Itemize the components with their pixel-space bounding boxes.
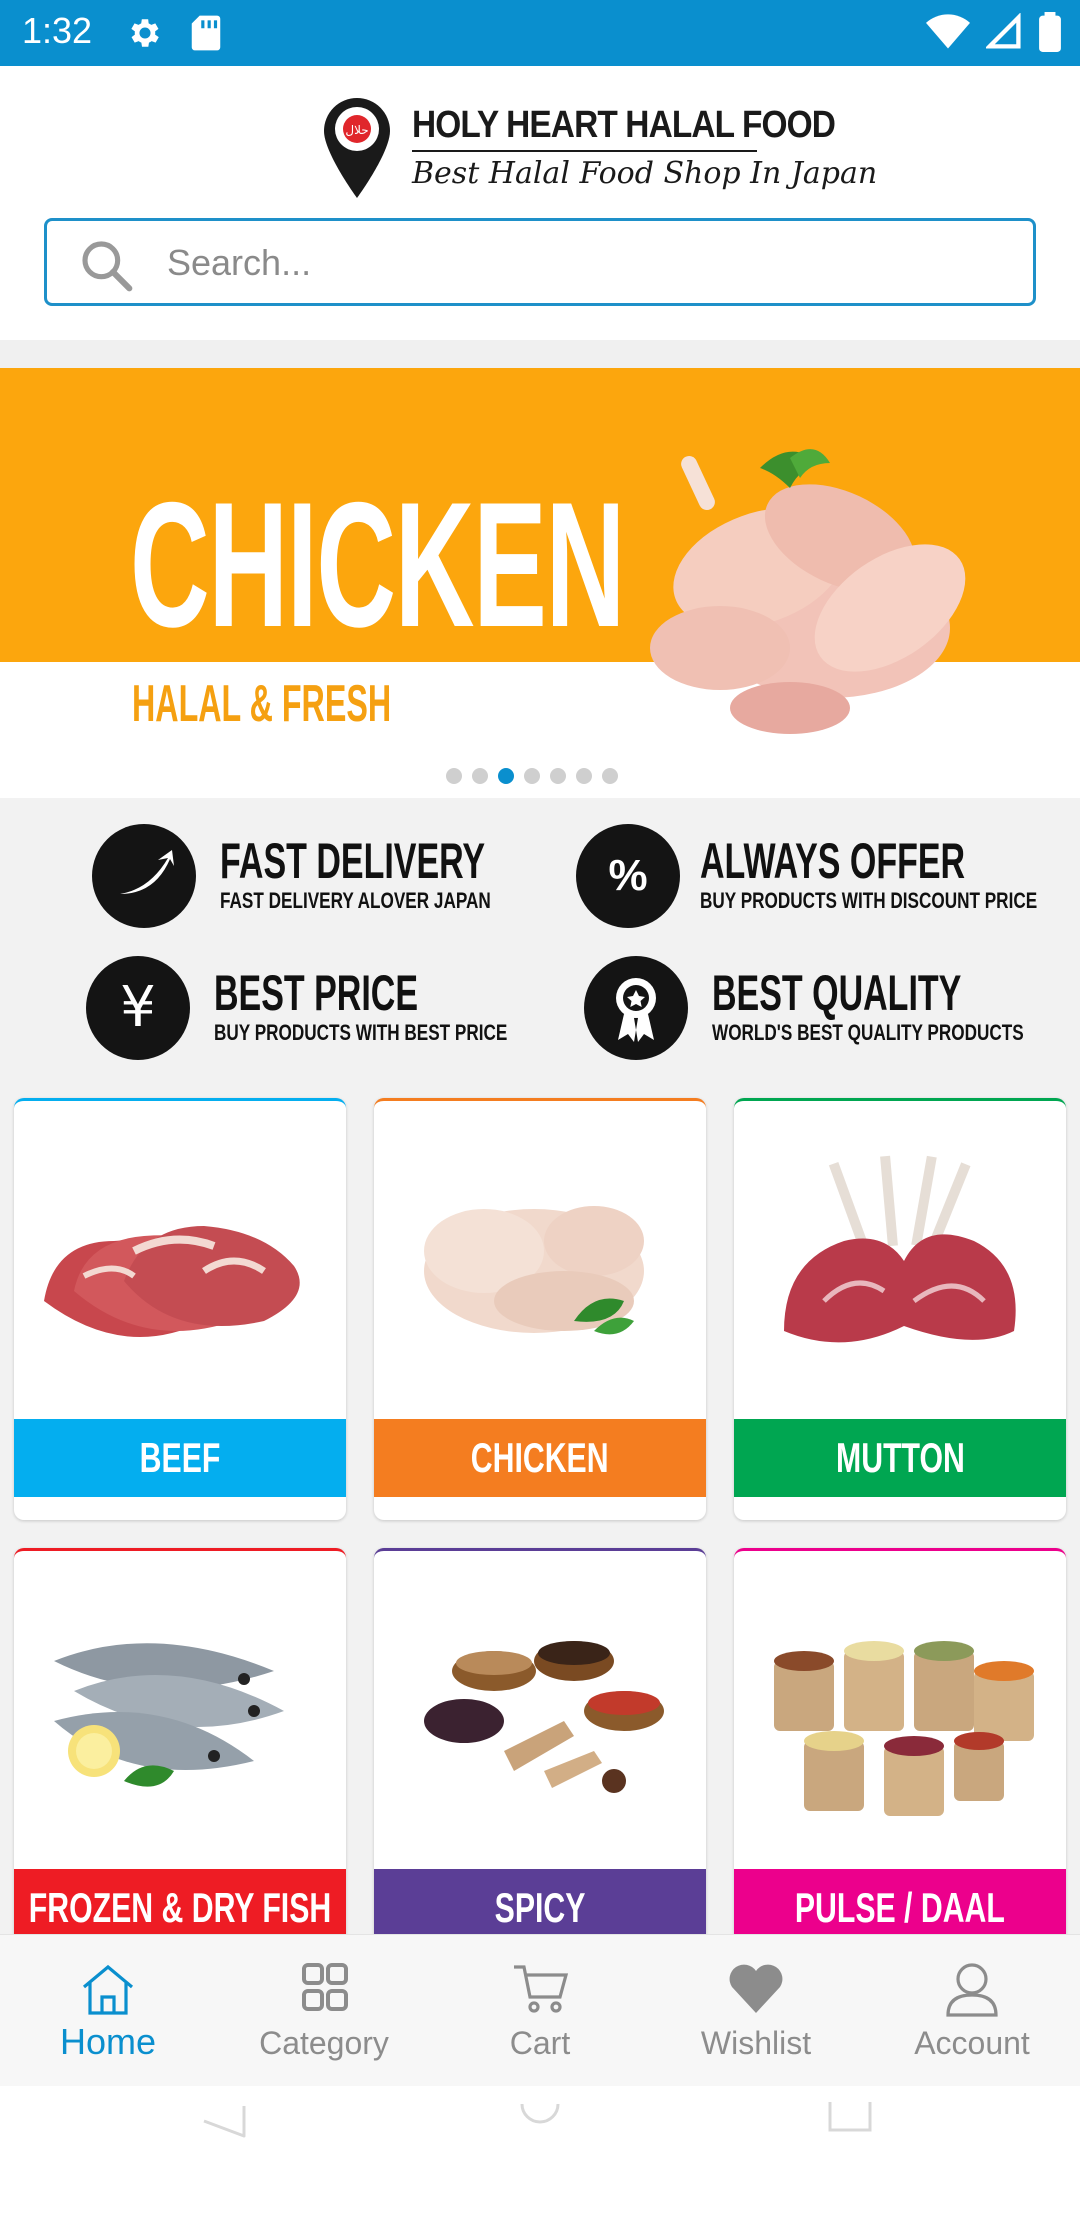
wifi-icon (926, 14, 970, 49)
pulses-image (774, 1641, 1034, 1816)
nav-label: Category (259, 2025, 389, 2061)
fish-image (54, 1643, 284, 1787)
feature-title: FAST DELIVERY (220, 833, 486, 889)
pager-dot-active[interactable] (498, 768, 514, 784)
category-label: CHICKEN (374, 1419, 706, 1497)
promo-banner[interactable]: CHICKEN HALAL & FRESH (0, 368, 1080, 798)
logo-tagline: Best Halal Food Shop In Japan (412, 156, 878, 191)
store-logo: حلال HOLY HEART HALAL FOOD Best Halal Fo… (322, 96, 877, 206)
category-card-fish[interactable]: FROZEN & DRY FISH (14, 1548, 346, 1934)
pager-dot[interactable] (524, 768, 540, 784)
category-label: PULSE / DAAL (734, 1869, 1066, 1934)
signal-icon (986, 13, 1021, 49)
feature-subtitle: BUY PRODUCTS WITH BEST PRICE (214, 1020, 508, 1045)
sd-card-icon (191, 15, 221, 51)
search-input[interactable] (167, 239, 987, 287)
percent-icon: % (576, 824, 680, 928)
lamb-rack-image (784, 1155, 1016, 1343)
category-card-mutton[interactable]: MUTTON (734, 1098, 1066, 1520)
nav-account[interactable]: Account (864, 1935, 1080, 2087)
banner-headline: CHICKEN (130, 465, 625, 664)
features-section: FAST DELIVERY FAST DELIVERY ALOVER JAPAN… (0, 798, 1080, 1086)
category-label: BEEF (14, 1419, 346, 1497)
gear-icon (131, 19, 159, 47)
category-label: FROZEN & DRY FISH (14, 1869, 346, 1934)
yen-icon: ¥ (86, 956, 190, 1060)
nav-cart[interactable]: Cart (432, 1935, 648, 2087)
category-card-spicy[interactable]: SPICY (374, 1548, 706, 1934)
search-box[interactable] (44, 218, 1036, 306)
beef-image (44, 1226, 300, 1337)
pager-dot[interactable] (576, 768, 592, 784)
back-icon[interactable] (198, 2104, 250, 2138)
recents-icon[interactable] (826, 2100, 874, 2136)
delivery-swoosh-icon (92, 824, 196, 928)
category-label: SPICY (374, 1869, 706, 1934)
svg-text:%: % (608, 851, 647, 900)
home-icon (82, 1964, 134, 2015)
bottom-navigation: Home Category Cart Wishlist Account (0, 1934, 1080, 2086)
app-header: حلال HOLY HEART HALAL FOOD Best Halal Fo… (0, 66, 1080, 340)
category-card-chicken[interactable]: CHICKEN (374, 1098, 706, 1520)
svg-text:حلال: حلال (345, 123, 368, 137)
grid-icon (302, 1963, 348, 2011)
nav-wishlist[interactable]: Wishlist (648, 1935, 864, 2087)
chicken-drumsticks-image (650, 449, 966, 734)
nav-label: Wishlist (700, 2025, 812, 2061)
battery-icon (1039, 12, 1061, 52)
pager-dot[interactable] (602, 768, 618, 784)
logo-divider (412, 150, 757, 152)
search-icon[interactable] (77, 237, 135, 293)
pager-dot[interactable] (550, 768, 566, 784)
feature-title: BEST QUALITY (712, 965, 962, 1021)
pager-dot[interactable] (446, 768, 462, 784)
feature-subtitle: WORLD'S BEST QUALITY PRODUCTS (712, 1020, 1024, 1045)
spices-image (424, 1641, 664, 1793)
system-navigation-bar (0, 2086, 1080, 2220)
feature-subtitle: FAST DELIVERY ALOVER JAPAN (220, 888, 491, 913)
status-bar: 1:32 (0, 0, 1080, 66)
pager-dot[interactable] (472, 768, 488, 784)
halal-pin-icon: حلال (324, 98, 390, 198)
category-card-beef[interactable]: BEEF (14, 1098, 346, 1520)
feature-title: BEST PRICE (214, 965, 419, 1021)
banner-subline: HALAL & FRESH (132, 675, 392, 733)
person-icon (946, 1963, 998, 2017)
status-time: 1:32 (22, 10, 93, 51)
category-label: MUTTON (734, 1419, 1066, 1497)
ribbon-badge-icon (584, 956, 688, 1060)
svg-text:¥: ¥ (120, 975, 156, 1040)
feature-title: ALWAYS OFFER (700, 833, 966, 889)
section-divider (0, 340, 1080, 368)
heart-icon (729, 1964, 783, 2013)
cart-icon (514, 1965, 569, 2013)
nav-label: Home (59, 2021, 157, 2062)
category-grid: BEEF CHICKEN MUTTON FROZEN & DRY FISH SP… (0, 1086, 1080, 1934)
banner-pager[interactable] (446, 768, 618, 784)
logo-title: HOLY HEART HALAL FOOD (412, 104, 836, 146)
home-circle-icon[interactable] (518, 2100, 562, 2136)
nav-label: Account (914, 2025, 1030, 2061)
nav-label: Cart (509, 2025, 571, 2061)
nav-category[interactable]: Category (216, 1935, 432, 2087)
whole-chicken-image (424, 1206, 644, 1335)
feature-subtitle: BUY PRODUCTS WITH DISCOUNT PRICE (700, 888, 1038, 913)
nav-home[interactable]: Home (0, 1935, 216, 2087)
category-card-pulse[interactable]: PULSE / DAAL (734, 1548, 1066, 1934)
